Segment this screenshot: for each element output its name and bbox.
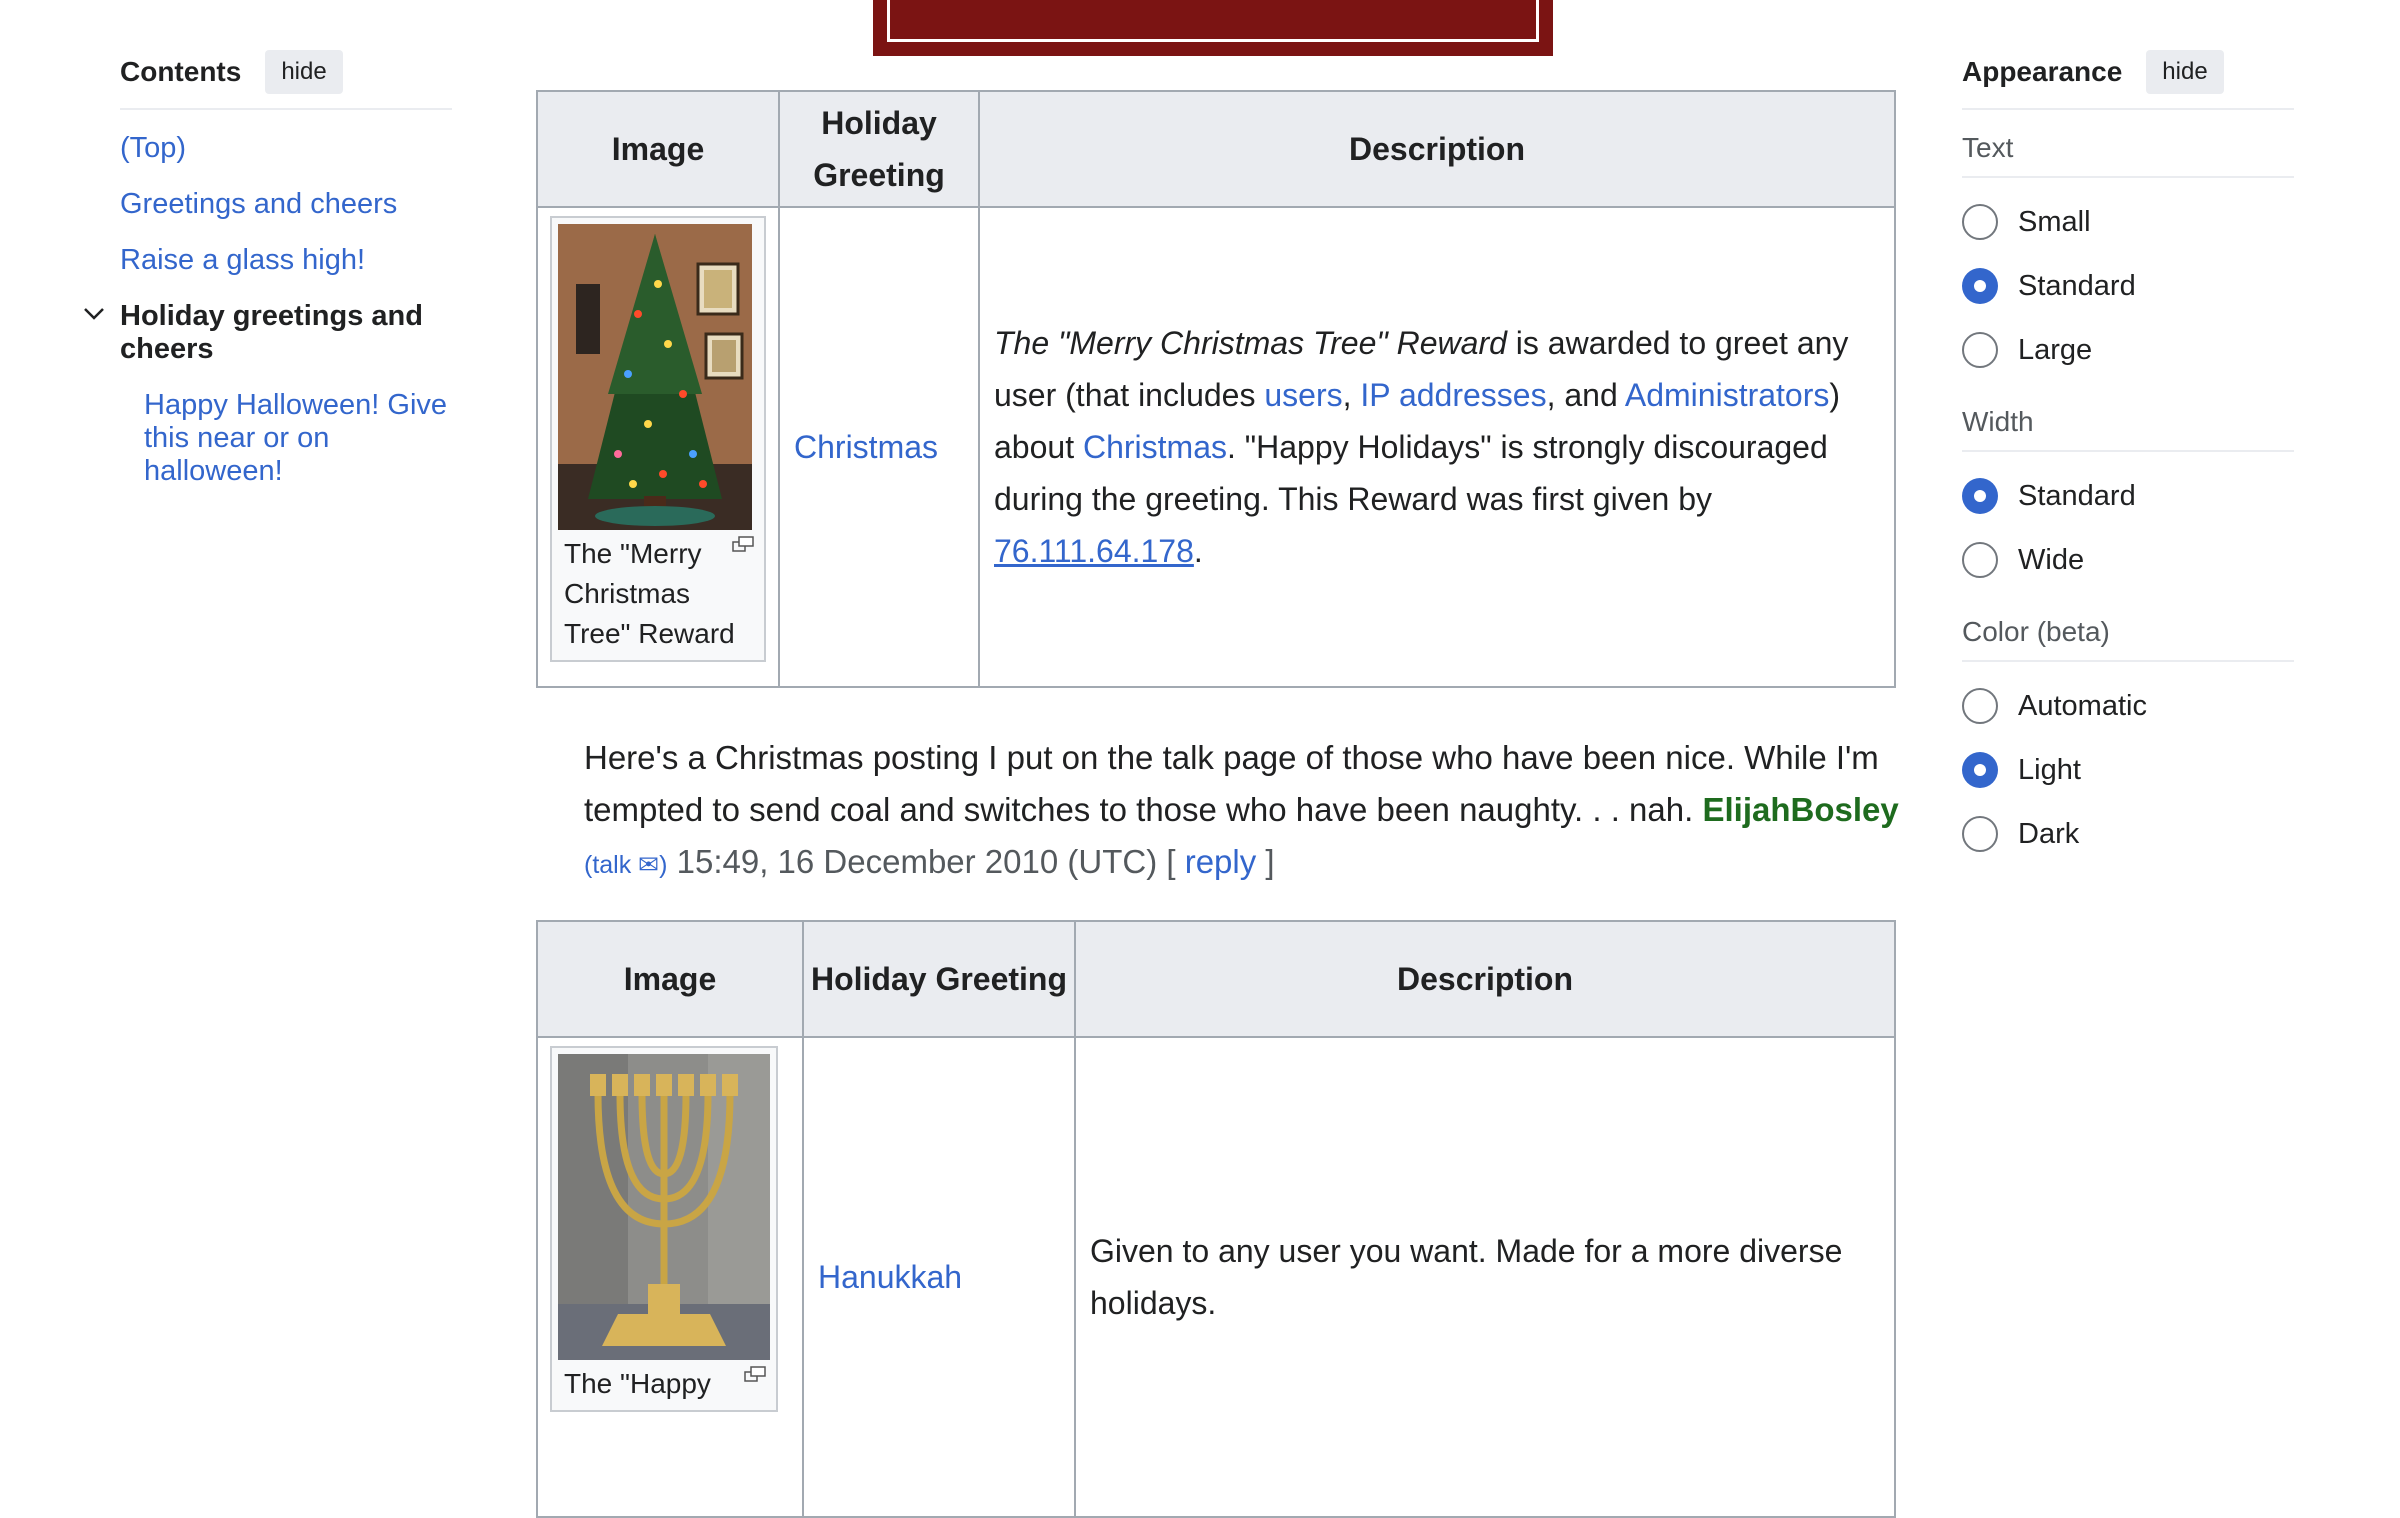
option-label: Automatic	[2018, 689, 2147, 722]
appearance-title: Appearance	[1962, 56, 2123, 87]
radio-button[interactable]	[1962, 688, 1998, 724]
comment-timestamp: 15:49, 16 December 2010 (UTC)	[667, 843, 1167, 880]
talk-link[interactable]: (talk ✉)	[584, 851, 667, 879]
radio-button-checked[interactable]	[1962, 268, 1998, 304]
reward-name: The "Merry Christmas Tree" Reward	[994, 325, 1507, 361]
enlarge-icon[interactable]	[732, 536, 754, 552]
toc-list: (Top) Greetings and cheers Raise a glass…	[84, 132, 452, 488]
toc-header: Contents hide	[120, 50, 452, 110]
appearance-header: Appearance hide	[1962, 50, 2294, 110]
column-header-description: Description	[978, 90, 1896, 208]
text-size-large-option[interactable]: Large	[1962, 330, 2294, 370]
desc-text: , and	[1546, 377, 1625, 413]
column-header-image: Image	[536, 920, 804, 1038]
reward-table-hanukkah: Image Holiday Greeting Description The "…	[536, 920, 1896, 1518]
color-automatic-option[interactable]: Automatic	[1962, 686, 2294, 726]
option-label: Light	[2018, 753, 2081, 786]
description-cell: The "Merry Christmas Tree" Reward is awa…	[978, 206, 1896, 688]
table-of-contents: Contents hide (Top) Greetings and cheers…	[84, 50, 452, 511]
column-header-image: Image	[536, 90, 780, 208]
option-label: Large	[2018, 333, 2093, 366]
greeting-link-christmas[interactable]: Christmas	[794, 429, 938, 465]
greeting-cell: Christmas	[778, 206, 980, 688]
enlarge-icon[interactable]	[744, 1366, 766, 1382]
column-header-holiday-greeting: Holiday Greeting	[802, 920, 1076, 1038]
thumbnail-frame: The "Happy	[550, 1046, 778, 1412]
desc-text: .	[1193, 533, 1203, 569]
text-size-small-option[interactable]: Small	[1962, 202, 2294, 242]
column-header-description: Description	[1074, 920, 1896, 1038]
toc-item-holiday-greetings-and-cheers[interactable]: Holiday greetings and cheers	[84, 300, 452, 366]
toc-item-happy-halloween[interactable]: Happy Halloween! Give this near or on ha…	[144, 389, 452, 488]
toc-item-label: Holiday greetings and cheers	[120, 300, 423, 365]
color-dark-option[interactable]: Dark	[1962, 814, 2294, 854]
appearance-hide-button[interactable]: hide	[2146, 50, 2224, 94]
image-cell: The "Happy	[536, 1036, 804, 1518]
image-caption: The "Merry Christmas Tree" Reward	[558, 530, 758, 654]
christmas-link[interactable]: Christmas	[1083, 429, 1227, 465]
greeting-link-hanukkah[interactable]: Hanukkah	[818, 1259, 962, 1295]
signature-user-link[interactable]: ElijahBosley	[1702, 791, 1898, 828]
text-size-standard-option[interactable]: Standard	[1962, 266, 2294, 306]
chevron-down-icon[interactable]	[82, 302, 106, 326]
menorah-image[interactable]	[558, 1054, 770, 1360]
ip-user-link[interactable]: 76.111.64.178	[994, 533, 1194, 569]
discussion-comment: Here's a Christmas posting I put on the …	[584, 732, 1904, 891]
appearance-panel: Appearance hide Text Small Standard Larg…	[1962, 50, 2294, 854]
thumbnail-frame: The "Merry Christmas Tree" Reward	[550, 216, 766, 662]
radio-button[interactable]	[1962, 332, 1998, 368]
radio-button-checked[interactable]	[1962, 478, 1998, 514]
comment-text: Here's a Christmas posting I put on the …	[584, 739, 1879, 828]
toc-item-top[interactable]: (Top)	[120, 132, 452, 165]
toc-hide-button[interactable]: hide	[265, 50, 343, 94]
color-light-option[interactable]: Light	[1962, 750, 2294, 790]
option-label: Standard	[2018, 269, 2136, 302]
reward-table-christmas: Image Holiday Greeting Description The "…	[536, 90, 1896, 688]
radio-button-checked[interactable]	[1962, 752, 1998, 788]
image-caption: The "Happy	[558, 1360, 770, 1404]
width-standard-option[interactable]: Standard	[1962, 476, 2294, 516]
width-label: Width	[1962, 406, 2294, 452]
option-label: Dark	[2018, 817, 2080, 850]
option-label: Wide	[2018, 543, 2085, 576]
radio-button[interactable]	[1962, 816, 1998, 852]
reply-button[interactable]: reply	[1185, 843, 1257, 880]
column-header-holiday-greeting: Holiday Greeting	[778, 90, 980, 208]
width-wide-option[interactable]: Wide	[1962, 540, 2294, 580]
option-label: Small	[2018, 205, 2091, 238]
radio-button[interactable]	[1962, 204, 1998, 240]
ip-addresses-link[interactable]: IP addresses	[1360, 377, 1546, 413]
toc-title: Contents	[120, 56, 242, 87]
image-cell: The "Merry Christmas Tree" Reward	[536, 206, 780, 688]
option-label: Standard	[2018, 479, 2136, 512]
toc-item-greetings-and-cheers[interactable]: Greetings and cheers	[120, 188, 452, 221]
desc-text: ,	[1342, 377, 1361, 413]
banner-border	[887, 0, 1539, 42]
banner-image	[873, 0, 1553, 56]
greeting-cell: Hanukkah	[802, 1036, 1076, 1518]
toc-item-raise-a-glass-high[interactable]: Raise a glass high!	[120, 244, 452, 277]
administrators-link[interactable]: Administrators	[1625, 377, 1830, 413]
caption-text: The "Merry Christmas Tree" Reward	[564, 538, 735, 649]
text-size-label: Text	[1962, 132, 2294, 178]
users-link[interactable]: users	[1264, 377, 1342, 413]
caption-text: The "Happy	[564, 1368, 711, 1399]
description-cell: Given to any user you want. Made for a m…	[1074, 1036, 1896, 1518]
christmas-tree-image[interactable]	[558, 224, 752, 530]
color-label: Color (beta)	[1962, 616, 2294, 662]
reply-bracket-open: [	[1166, 843, 1176, 880]
reply-bracket-close: ]	[1265, 843, 1275, 880]
radio-button[interactable]	[1962, 542, 1998, 578]
description-text: Given to any user you want. Made for a m…	[1090, 1233, 1843, 1321]
